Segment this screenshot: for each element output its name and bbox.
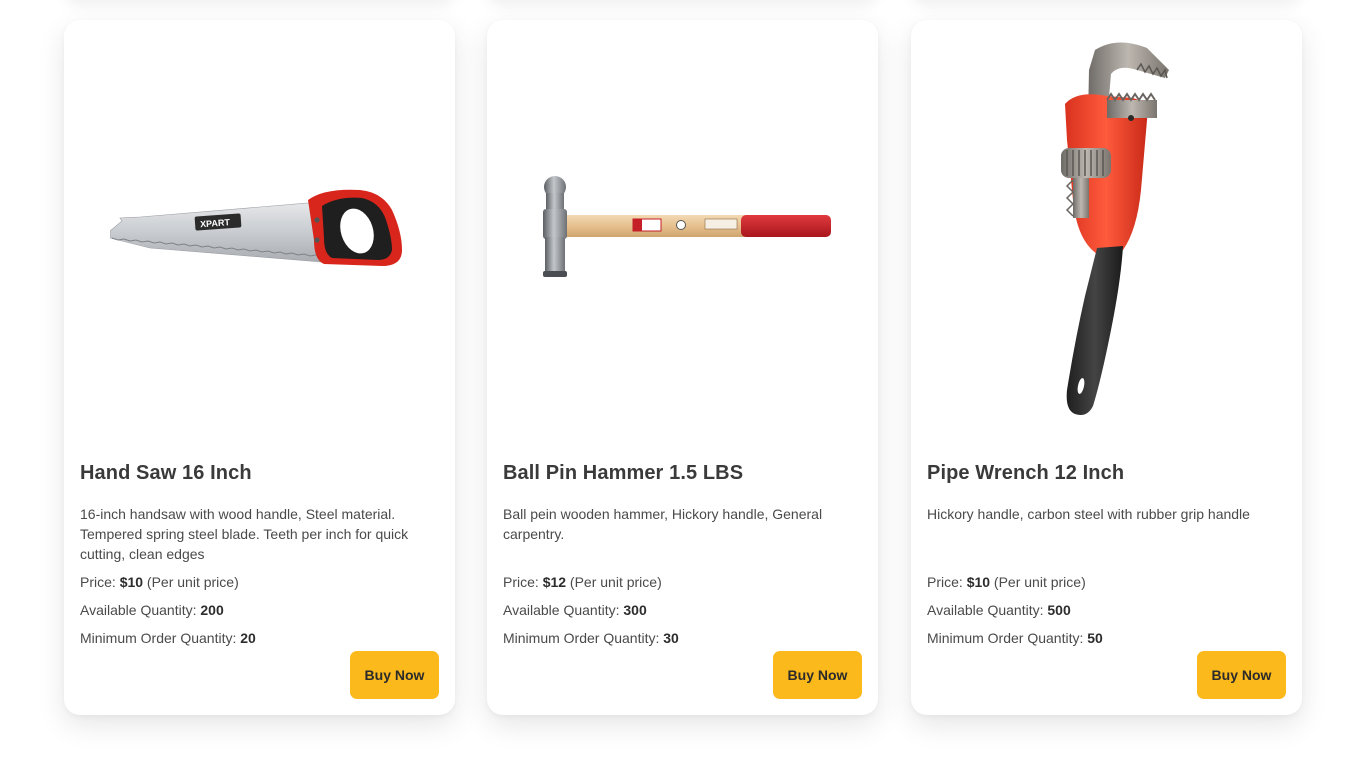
- buy-now-button[interactable]: Buy Now: [1197, 651, 1286, 699]
- available-quantity-value: 200: [200, 602, 224, 618]
- minimum-order-value: 30: [663, 630, 679, 646]
- available-quantity-value: 300: [623, 602, 647, 618]
- price-note: (Per unit price): [990, 574, 1086, 590]
- product-card: XPART Hand Saw 16 Inch 16-inch handsaw w…: [64, 20, 455, 715]
- product-image: XPART: [64, 20, 455, 440]
- price-value: $10: [966, 574, 991, 590]
- product-title: Ball Pin Hammer 1.5 LBS: [503, 462, 744, 484]
- product-image: [911, 20, 1302, 440]
- available-quantity-label: Available Quantity:: [80, 602, 201, 618]
- price-row: Price: $10 (Per unit price): [80, 572, 439, 592]
- minimum-order-row: Minimum Order Quantity: 30: [503, 628, 862, 648]
- pipe-wrench-icon: [1060, 42, 1169, 415]
- minimum-order-label: Minimum Order Quantity:: [927, 630, 1088, 646]
- price-label: Price:: [927, 574, 967, 590]
- product-description: 16-inch handsaw with wood handle, Steel …: [80, 506, 409, 562]
- price-value: $12: [542, 574, 567, 590]
- product-title: Pipe Wrench 12 Inch: [927, 462, 1125, 484]
- product-card: Ball Pin Hammer 1.5 LBS Ball pein wooden…: [487, 20, 878, 715]
- price-row: Price: $12 (Per unit price): [503, 572, 862, 592]
- price-label: Price:: [80, 574, 120, 590]
- price-label: Price:: [503, 574, 543, 590]
- product-card: Pipe Wrench 12 Inch Hickory handle, carb…: [911, 20, 1302, 715]
- hammer-icon: [542, 176, 831, 277]
- minimum-order-row: Minimum Order Quantity: 20: [80, 628, 439, 648]
- product-grid: XPART Hand Saw 16 Inch 16-inch handsaw w…: [0, 0, 1366, 768]
- minimum-order-row: Minimum Order Quantity: 50: [927, 628, 1286, 648]
- product-info: Hand Saw 16 Inch 16-inch handsaw with wo…: [80, 460, 439, 648]
- available-quantity-row: Available Quantity: 200: [80, 600, 439, 620]
- price-note: (Per unit price): [143, 574, 239, 590]
- price-value: $10: [119, 574, 144, 590]
- available-quantity-label: Available Quantity:: [503, 602, 624, 618]
- available-quantity-row: Available Quantity: 500: [927, 600, 1286, 620]
- minimum-order-value: 50: [1087, 630, 1103, 646]
- available-quantity-label: Available Quantity:: [927, 602, 1048, 618]
- minimum-order-value: 20: [240, 630, 256, 646]
- buy-now-button[interactable]: Buy Now: [350, 651, 439, 699]
- price-row: Price: $10 (Per unit price): [927, 572, 1286, 592]
- minimum-order-label: Minimum Order Quantity:: [503, 630, 664, 646]
- minimum-order-label: Minimum Order Quantity:: [80, 630, 241, 646]
- hand-saw-icon: XPART: [109, 189, 402, 266]
- product-info: Ball Pin Hammer 1.5 LBS Ball pein wooden…: [503, 460, 862, 648]
- product-info: Pipe Wrench 12 Inch Hickory handle, carb…: [927, 460, 1286, 648]
- product-description: Hickory handle, carbon steel with rubber…: [927, 506, 1250, 522]
- price-note: (Per unit price): [566, 574, 662, 590]
- buy-now-button[interactable]: Buy Now: [773, 651, 862, 699]
- svg-text:XPART: XPART: [199, 217, 230, 229]
- product-image: [487, 20, 878, 440]
- product-description: Ball pein wooden hammer, Hickory handle,…: [503, 506, 823, 542]
- available-quantity-row: Available Quantity: 300: [503, 600, 862, 620]
- available-quantity-value: 500: [1047, 602, 1071, 618]
- product-title: Hand Saw 16 Inch: [80, 462, 252, 484]
